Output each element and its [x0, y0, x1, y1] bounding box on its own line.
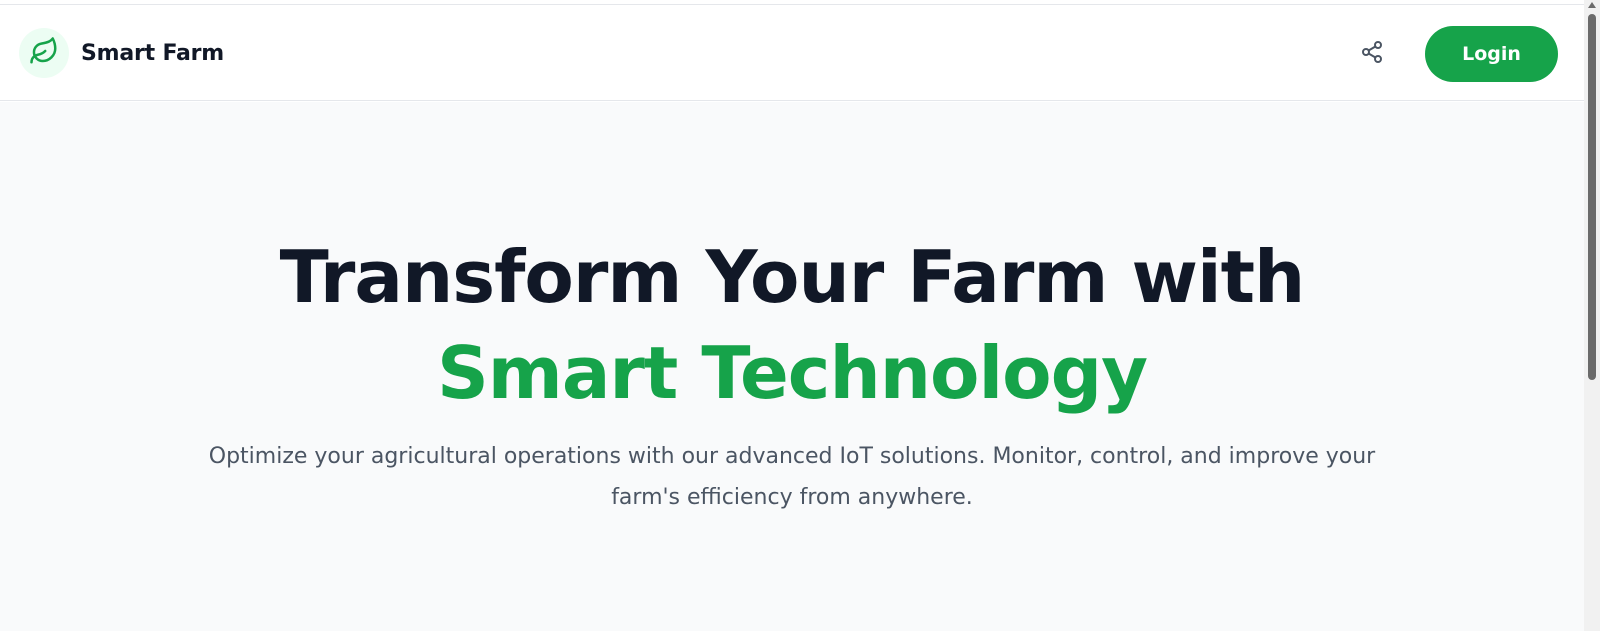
scrollbar-thumb[interactable]	[1588, 14, 1596, 380]
brand-name: Smart Farm	[81, 40, 224, 66]
logo-badge	[19, 28, 69, 78]
share-icon	[1360, 40, 1384, 68]
brand[interactable]: Smart Farm	[19, 28, 224, 78]
hero-title: Transform Your Farm with Smart Technolog…	[0, 229, 1584, 421]
leaf-icon	[29, 36, 59, 70]
vertical-scrollbar[interactable]	[1584, 0, 1600, 631]
hero-subtitle: Optimize your agricultural operations wi…	[208, 444, 1376, 510]
hero-title-highlight: Smart Technology	[436, 331, 1148, 415]
login-button[interactable]: Login	[1425, 26, 1558, 82]
share-button[interactable]	[1353, 35, 1391, 73]
hero-title-line-1: Transform Your Farm with	[279, 235, 1306, 319]
hero-section: Transform Your Farm with Smart Technolog…	[0, 102, 1584, 631]
scroll-up-arrow-icon[interactable]	[1588, 2, 1596, 8]
navbar: Smart Farm Login	[0, 5, 1584, 101]
